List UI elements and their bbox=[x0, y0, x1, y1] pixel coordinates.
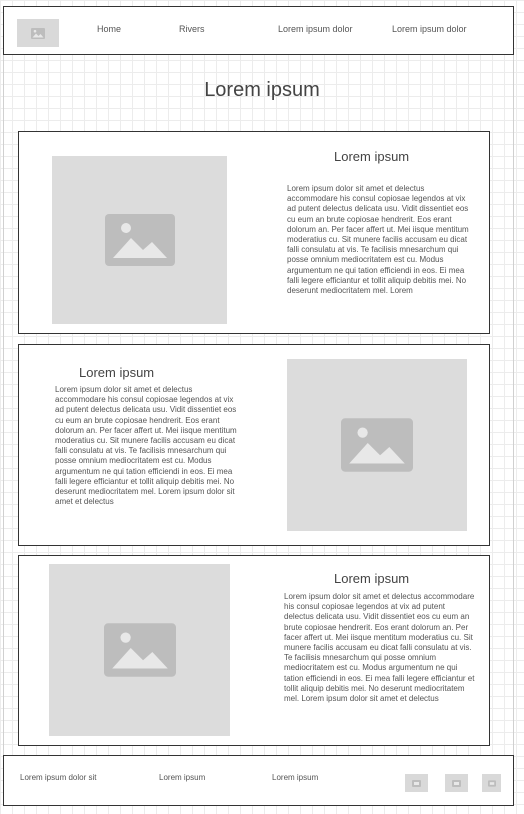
nav-rivers[interactable]: Rivers bbox=[179, 24, 205, 34]
social-icon-3[interactable] bbox=[482, 774, 501, 792]
card-body-text: Lorem ipsum dolor sit amet et delectus a… bbox=[287, 184, 469, 296]
image-icon bbox=[104, 214, 175, 266]
image-placeholder bbox=[49, 564, 230, 736]
social-icon-2[interactable] bbox=[445, 774, 468, 792]
nav-link-3[interactable]: Lorem ipsum dolor bbox=[278, 24, 353, 34]
content-card-2: Lorem ipsum Lorem ipsum dolor sit amet e… bbox=[18, 344, 490, 546]
footer-link-1[interactable]: Lorem ipsum dolor sit bbox=[20, 773, 96, 782]
footer-link-2[interactable]: Lorem ipsum bbox=[159, 773, 205, 782]
card-heading: Lorem ipsum bbox=[334, 571, 410, 586]
content-card-3: Lorem ipsum Lorem ipsum dolor sit amet e… bbox=[18, 555, 490, 746]
page-title: Lorem ipsum bbox=[204, 79, 320, 101]
image-icon bbox=[103, 623, 176, 677]
card-body-text: Lorem ipsum dolor sit amet et delectus a… bbox=[284, 592, 475, 704]
image-icon bbox=[452, 779, 461, 787]
logo[interactable] bbox=[17, 19, 59, 47]
content-card-1: Lorem ipsum Lorem ipsum dolor sit amet e… bbox=[18, 131, 490, 334]
canvas: Home Rivers Lorem ipsum dolor Lorem ipsu… bbox=[0, 0, 524, 814]
social-icon-1[interactable] bbox=[405, 774, 428, 792]
nav-home[interactable]: Home bbox=[97, 24, 121, 34]
image-icon bbox=[341, 418, 413, 472]
footer-link-3[interactable]: Lorem ipsum bbox=[272, 773, 318, 782]
image-placeholder bbox=[52, 156, 227, 324]
image-icon bbox=[31, 27, 45, 39]
image-icon bbox=[487, 779, 496, 787]
card-body-text: Lorem ipsum dolor sit amet et delectus a… bbox=[55, 385, 237, 507]
image-icon bbox=[412, 779, 421, 787]
footer: Lorem ipsum dolor sit Lorem ipsum Lorem … bbox=[3, 755, 514, 806]
nav-link-4[interactable]: Lorem ipsum dolor bbox=[392, 24, 467, 34]
card-heading: Lorem ipsum bbox=[79, 365, 155, 380]
header: Home Rivers Lorem ipsum dolor Lorem ipsu… bbox=[3, 6, 514, 55]
image-placeholder bbox=[287, 359, 467, 531]
card-heading: Lorem ipsum bbox=[334, 149, 410, 164]
